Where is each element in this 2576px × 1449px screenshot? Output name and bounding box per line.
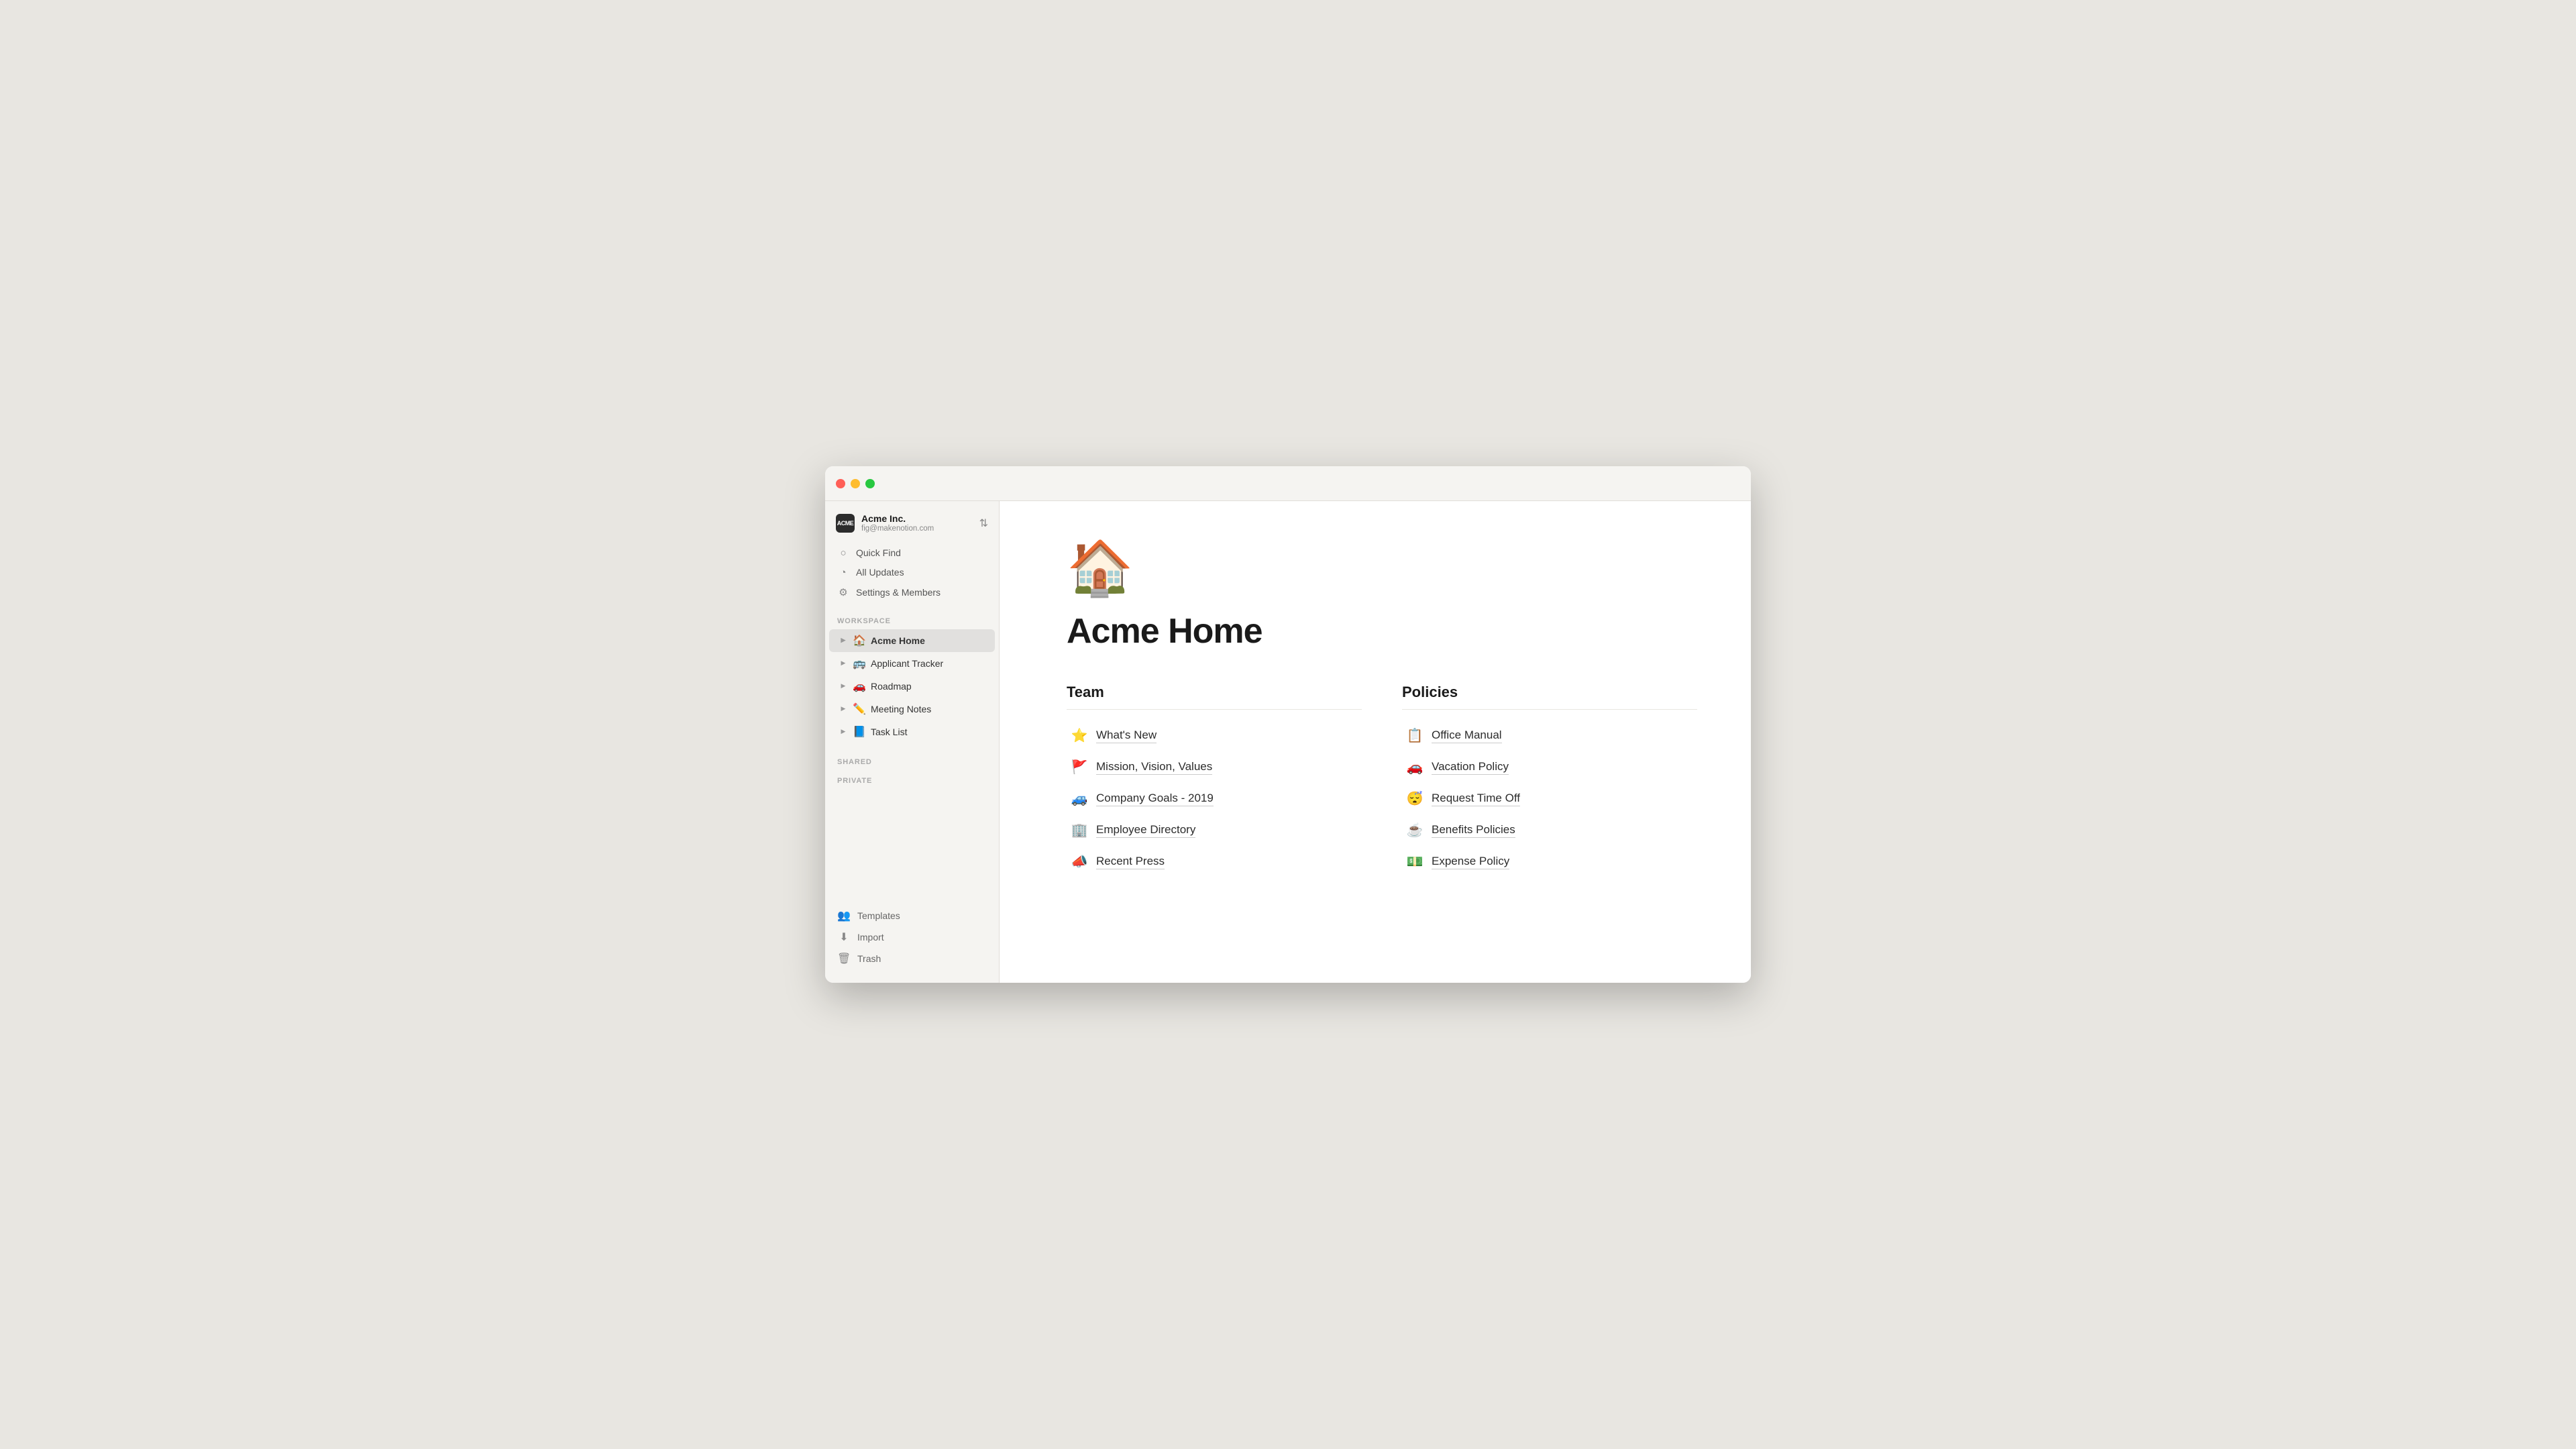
- sidebar-item-templates[interactable]: 👥 Templates: [830, 905, 994, 926]
- list-item-request-time-off[interactable]: 😴 Request Time Off: [1402, 784, 1697, 814]
- shared-section-label: SHARED: [825, 751, 999, 770]
- page-title: Acme Home: [1067, 611, 1697, 651]
- content-area: 🏠 Acme Home Team ⭐ What's New 🚩 Mission,…: [1000, 501, 1751, 983]
- policies-list: 📋 Office Manual 🚗 Vacation Policy 😴 Requ…: [1402, 720, 1697, 877]
- sidebar-item-settings[interactable]: ⚙ Settings & Members: [830, 582, 994, 602]
- whats-new-label: What's New: [1096, 728, 1157, 743]
- sidebar-item-meeting-notes[interactable]: ▶ ✏️ Meeting Notes: [829, 698, 995, 720]
- nav-label-acme-home: Acme Home: [871, 635, 989, 646]
- mission-emoji: 🚩: [1071, 759, 1088, 775]
- nav-emoji-acme-home: 🏠: [852, 634, 867, 647]
- nav-arrow-icon: ▶: [839, 728, 848, 735]
- list-item-benefits-policies[interactable]: ☕ Benefits Policies: [1402, 815, 1697, 845]
- office-manual-label: Office Manual: [1432, 728, 1502, 743]
- sidebar-item-import[interactable]: ⬇ Import: [830, 926, 994, 948]
- sidebar-action-label-all-updates: All Updates: [856, 567, 904, 578]
- trash-icon: 🗑: [837, 952, 851, 965]
- workspace-text: Acme Inc. fig@makenotion.com: [861, 513, 934, 534]
- request-time-off-label: Request Time Off: [1432, 791, 1520, 806]
- whats-new-emoji: ⭐: [1071, 727, 1088, 744]
- team-column: Team ⭐ What's New 🚩 Mission, Vision, Val…: [1067, 684, 1362, 877]
- nav-arrow-icon: ▶: [839, 637, 848, 644]
- list-item-recent-press[interactable]: 📣 Recent Press: [1067, 847, 1362, 877]
- workspace-email: fig@makenotion.com: [861, 525, 934, 534]
- sidebar-action-label-settings: Settings & Members: [856, 587, 941, 598]
- main-layout: ACME Acme Inc. fig@makenotion.com ⇅ ○ Qu…: [825, 501, 1751, 983]
- list-item-company-goals[interactable]: 🚙 Company Goals - 2019: [1067, 784, 1362, 814]
- team-column-heading: Team: [1067, 684, 1362, 710]
- private-section-label: PRIVATE: [825, 770, 999, 789]
- nav-label-roadmap: Roadmap: [871, 681, 989, 692]
- policies-column-heading: Policies: [1402, 684, 1697, 710]
- policies-column: Policies 📋 Office Manual 🚗 Vacation Poli…: [1402, 684, 1697, 877]
- company-goals-emoji: 🚙: [1071, 790, 1088, 807]
- page-icon: 🏠: [1067, 541, 1697, 595]
- list-item-employee-directory[interactable]: 🏢 Employee Directory: [1067, 815, 1362, 845]
- workspace-name: Acme Inc.: [861, 513, 934, 525]
- sidebar: ACME Acme Inc. fig@makenotion.com ⇅ ○ Qu…: [825, 501, 1000, 983]
- sidebar-actions: ○ Quick Find ◔ All Updates ⚙ Settings & …: [825, 543, 999, 610]
- expense-policy-emoji: 💵: [1406, 853, 1424, 870]
- vacation-policy-label: Vacation Policy: [1432, 759, 1509, 775]
- templates-icon: 👥: [837, 909, 851, 922]
- close-button[interactable]: [836, 479, 845, 488]
- sidebar-item-all-updates[interactable]: ◔ All Updates: [830, 563, 994, 582]
- nav-arrow-icon: ▶: [839, 682, 848, 690]
- workspace-logo: ACME: [836, 514, 855, 533]
- minimize-button[interactable]: [851, 479, 860, 488]
- traffic-lights: [836, 479, 875, 488]
- sidebar-item-task-list[interactable]: ▶ 📘 Task List: [829, 720, 995, 743]
- nav-label-meeting-notes: Meeting Notes: [871, 704, 989, 714]
- vacation-policy-emoji: 🚗: [1406, 759, 1424, 775]
- company-goals-label: Company Goals - 2019: [1096, 791, 1214, 806]
- workspace-toggle-button[interactable]: ⇅: [979, 517, 988, 530]
- sidebar-item-quick-find[interactable]: ○ Quick Find: [830, 543, 994, 563]
- gear-icon: ⚙: [837, 586, 849, 598]
- footer-label-templates: Templates: [857, 910, 900, 921]
- list-item-whats-new[interactable]: ⭐ What's New: [1067, 720, 1362, 751]
- maximize-button[interactable]: [865, 479, 875, 488]
- app-window: ACME Acme Inc. fig@makenotion.com ⇅ ○ Qu…: [825, 466, 1751, 983]
- mission-label: Mission, Vision, Values: [1096, 759, 1212, 775]
- nav-label-applicant-tracker: Applicant Tracker: [871, 658, 989, 669]
- sidebar-item-applicant-tracker[interactable]: ▶ 🚌 Applicant Tracker: [829, 652, 995, 675]
- employee-directory-emoji: 🏢: [1071, 822, 1088, 839]
- nav-arrow-icon: ▶: [839, 705, 848, 712]
- nav-emoji-meeting-notes: ✏️: [852, 702, 867, 716]
- footer-label-import: Import: [857, 932, 884, 943]
- nav-emoji-applicant-tracker: 🚌: [852, 657, 867, 670]
- nav-label-task-list: Task List: [871, 727, 989, 737]
- workspace-header: ACME Acme Inc. fig@makenotion.com ⇅: [825, 501, 999, 543]
- sidebar-footer: 👥 Templates ⬇ Import 🗑 Trash: [825, 897, 999, 969]
- workspace-info: ACME Acme Inc. fig@makenotion.com: [836, 513, 934, 534]
- request-time-off-emoji: 😴: [1406, 790, 1424, 807]
- columns-container: Team ⭐ What's New 🚩 Mission, Vision, Val…: [1067, 684, 1697, 877]
- sidebar-action-label-quick-find: Quick Find: [856, 547, 901, 558]
- list-item-office-manual[interactable]: 📋 Office Manual: [1402, 720, 1697, 751]
- benefits-policies-label: Benefits Policies: [1432, 822, 1515, 838]
- expense-policy-label: Expense Policy: [1432, 854, 1509, 869]
- import-icon: ⬇: [837, 930, 851, 944]
- recent-press-label: Recent Press: [1096, 854, 1165, 869]
- clock-icon: ◔: [837, 567, 849, 578]
- list-item-expense-policy[interactable]: 💵 Expense Policy: [1402, 847, 1697, 877]
- employee-directory-label: Employee Directory: [1096, 822, 1195, 838]
- list-item-mission[interactable]: 🚩 Mission, Vision, Values: [1067, 752, 1362, 782]
- benefits-policies-emoji: ☕: [1406, 822, 1424, 839]
- nav-emoji-task-list: 📘: [852, 725, 867, 739]
- sidebar-item-roadmap[interactable]: ▶ 🚗 Roadmap: [829, 675, 995, 698]
- office-manual-emoji: 📋: [1406, 727, 1424, 744]
- sidebar-item-acme-home[interactable]: ▶ 🏠 Acme Home: [829, 629, 995, 652]
- nav-emoji-roadmap: 🚗: [852, 680, 867, 693]
- nav-items: ▶ 🏠 Acme Home ▶ 🚌 Applicant Tracker ▶ 🚗 …: [825, 629, 999, 743]
- search-icon: ○: [837, 547, 849, 559]
- team-list: ⭐ What's New 🚩 Mission, Vision, Values 🚙…: [1067, 720, 1362, 877]
- footer-label-trash: Trash: [857, 953, 881, 964]
- recent-press-emoji: 📣: [1071, 853, 1088, 870]
- list-item-vacation-policy[interactable]: 🚗 Vacation Policy: [1402, 752, 1697, 782]
- workspace-section-label: WORKSPACE: [825, 610, 999, 629]
- sidebar-item-trash[interactable]: 🗑 Trash: [830, 948, 994, 969]
- nav-arrow-icon: ▶: [839, 659, 848, 667]
- titlebar: [825, 466, 1751, 501]
